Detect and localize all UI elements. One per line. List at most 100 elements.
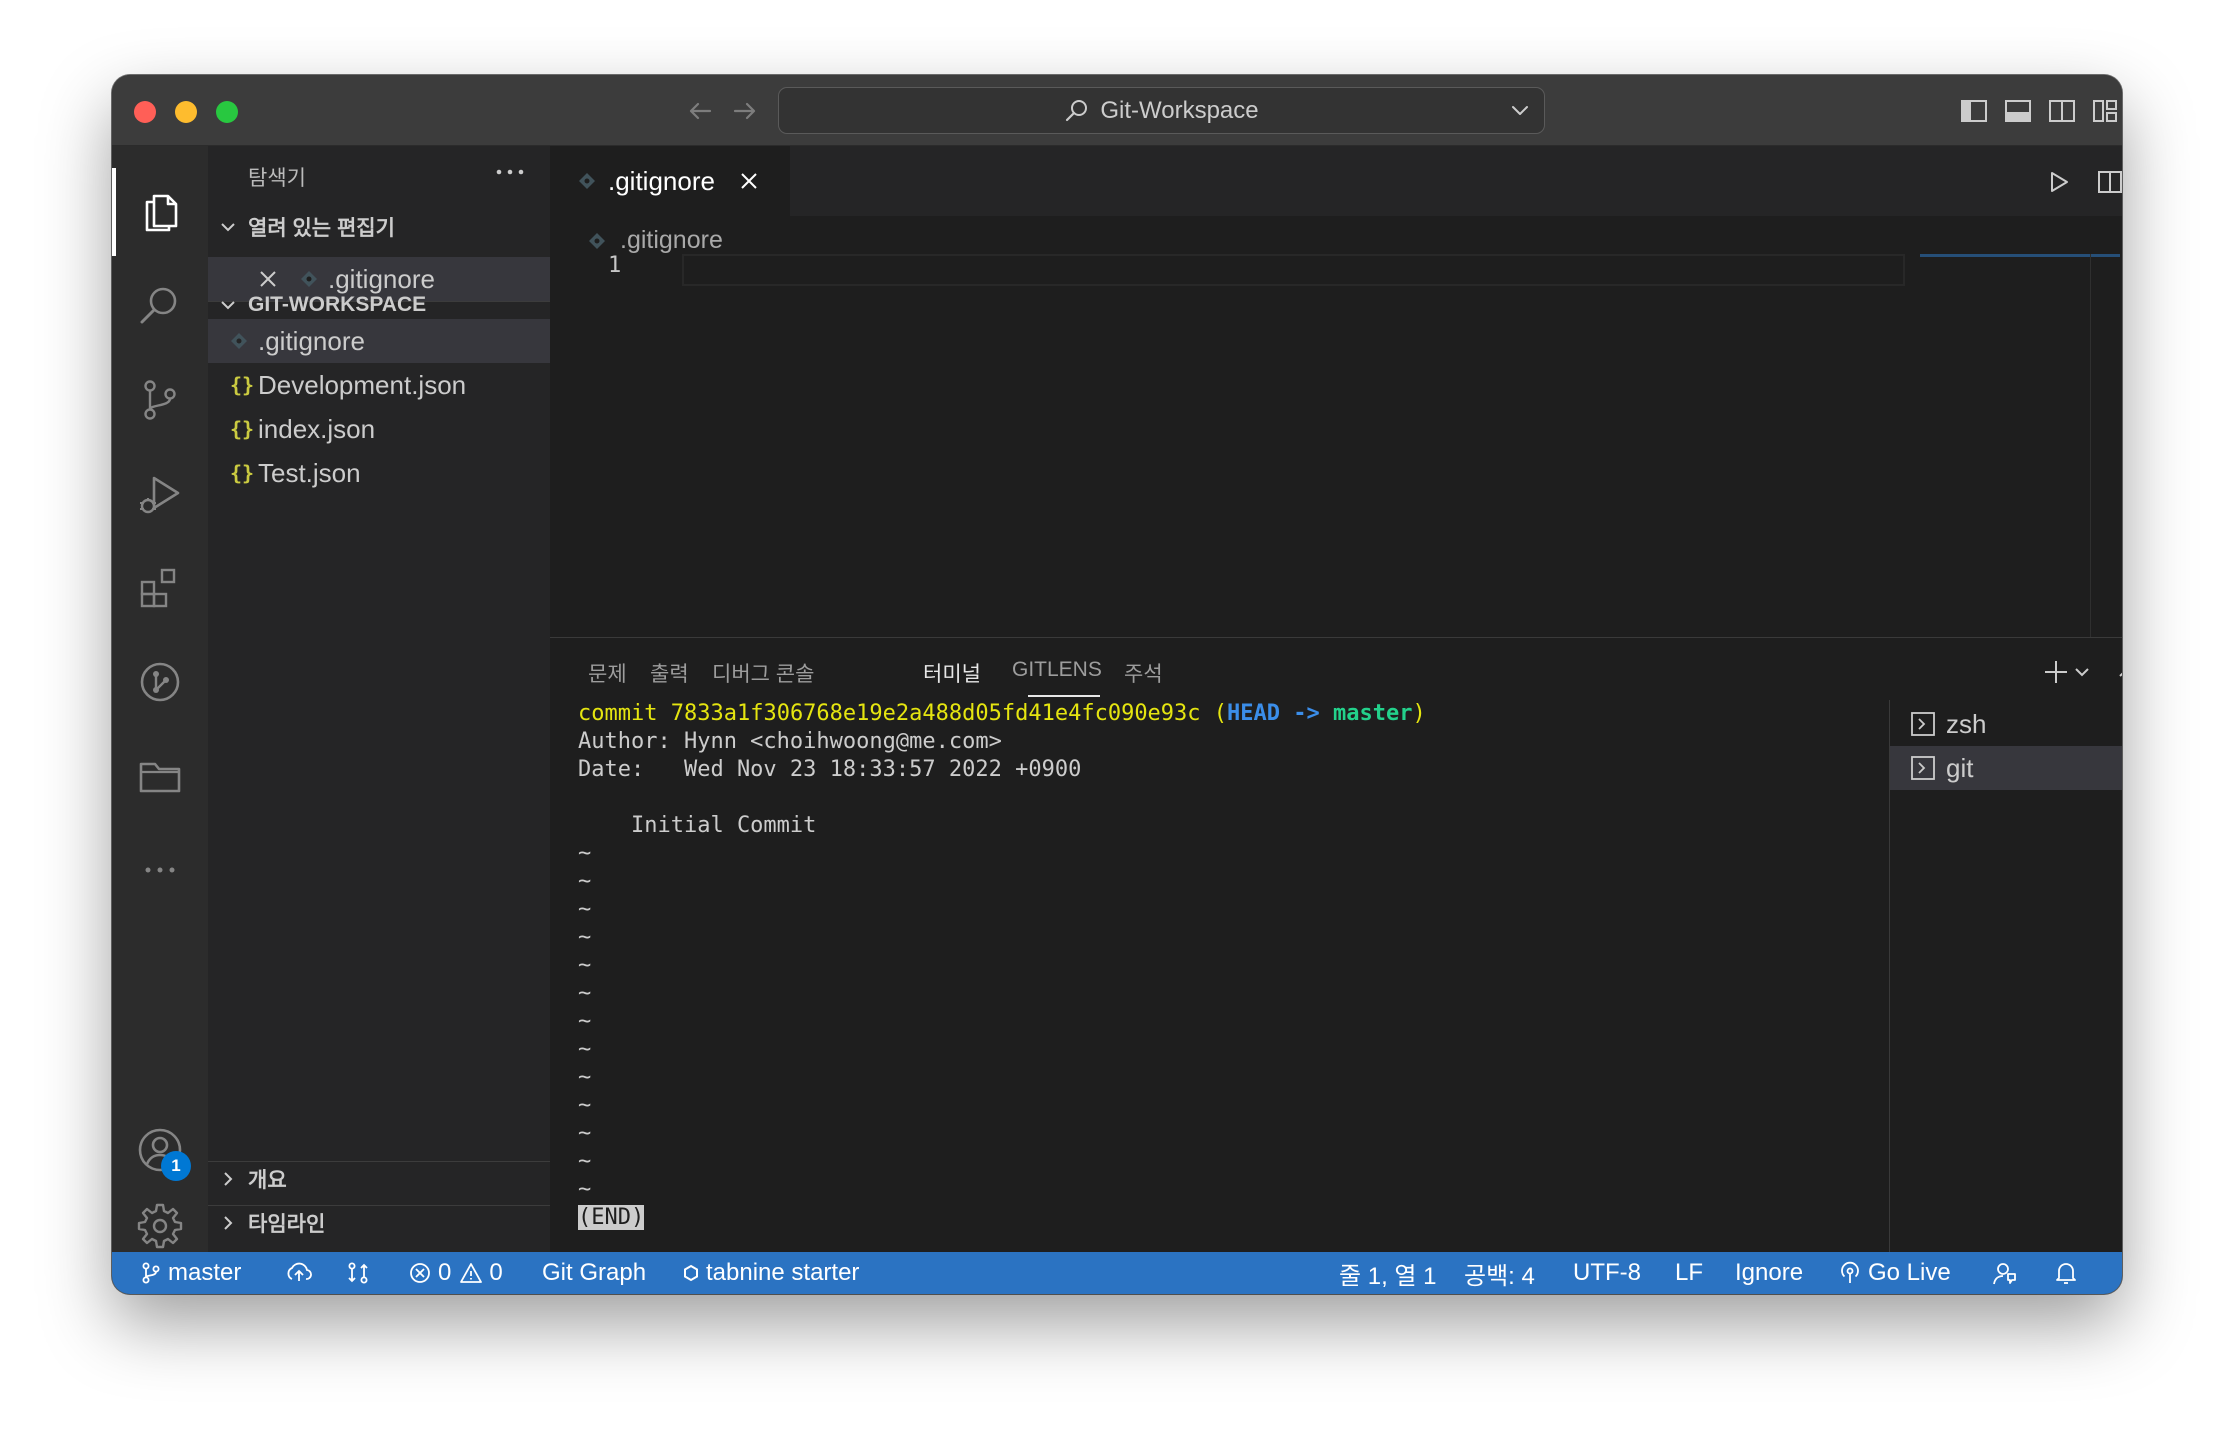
chevron-down-icon[interactable] — [1508, 98, 1532, 122]
open-editors-header[interactable]: 열려 있는 편집기 — [208, 210, 550, 244]
terminal-output[interactable]: commit 7833a1f306768e19e2a488d05fd41e4fc… — [578, 700, 1918, 1232]
zoom-window-button[interactable] — [216, 101, 238, 123]
editor-scrollbar[interactable] — [2090, 254, 2091, 637]
line-number: 1 — [608, 253, 622, 278]
branch-name: master — [168, 1259, 242, 1286]
tab-problems[interactable]: 문제 — [588, 658, 627, 688]
file-name: index.json — [258, 413, 376, 444]
warning-count: 0 — [489, 1259, 503, 1286]
breadcrumb[interactable]: .gitignore — [588, 226, 723, 255]
chevron-down-icon — [208, 295, 248, 315]
terminal-commit-line: commit 7833a1f306768e19e2a488d05fd41e4fc… — [578, 701, 1426, 726]
indentation-status[interactable]: 공백: 4 — [1464, 1252, 1535, 1294]
workspace-folder-header[interactable]: GIT-WORKSPACE — [208, 288, 550, 322]
go-live-status[interactable]: Go Live — [1838, 1252, 1951, 1294]
encoding-status[interactable]: UTF-8 — [1573, 1252, 1641, 1294]
status-bar: master 0 0 Git Graph tabnine starter 줄 1… — [112, 1252, 2122, 1294]
terminal-tilde-line: ~ — [578, 1149, 592, 1174]
explorer-sidebar: 탐색기 열려 있는 편집기 .gitignore GIT-WORKSPACE .… — [208, 146, 550, 1252]
terminal-tilde-lines: ~ ~ ~ ~ ~ ~ ~ ~ ~ ~ ~ ~ ~ — [578, 840, 1918, 1204]
current-line-highlight[interactable] — [682, 254, 1905, 286]
more-views-icon[interactable] — [112, 826, 208, 914]
run-icon[interactable] — [2040, 164, 2076, 200]
source-control-icon — [142, 1262, 160, 1284]
terminal-item-zsh[interactable]: zsh — [1890, 702, 2122, 746]
file-item-test-json[interactable]: {} Test.json — [208, 451, 550, 495]
terminal-item-label: git — [1946, 752, 1974, 783]
breadcrumb-file: .gitignore — [620, 226, 723, 254]
toggle-primary-sidebar-icon[interactable] — [1958, 95, 1990, 127]
tab-label: .gitignore — [608, 165, 715, 196]
forward-arrow-icon[interactable] — [727, 93, 763, 129]
back-arrow-icon[interactable] — [682, 93, 718, 129]
eol-status[interactable]: LF — [1675, 1252, 1703, 1294]
terminal-tilde-line: ~ — [578, 925, 592, 950]
title-bar: Git-Workspace — [112, 75, 2122, 146]
toggle-panel-icon[interactable] — [2002, 95, 2034, 127]
timeline-header[interactable]: 타임라인 — [208, 1206, 550, 1240]
cursor-position-status[interactable]: 줄 1, 열 1 — [1339, 1252, 1437, 1294]
minimize-window-button[interactable] — [175, 101, 197, 123]
terminal-tilde-line: ~ — [578, 1177, 592, 1202]
tab-comments[interactable]: 주석 — [1124, 658, 1163, 688]
pager-end-marker: (END) — [578, 1205, 645, 1230]
sync-icon[interactable] — [285, 1252, 319, 1294]
project-manager-icon[interactable] — [112, 732, 208, 820]
tab-output[interactable]: 출력 — [650, 658, 689, 688]
accounts-icon[interactable]: 1 — [112, 1106, 208, 1194]
terminal-message-line: Initial Commit — [578, 813, 817, 838]
branch-status[interactable]: master — [140, 1252, 241, 1294]
terminal-tabs-list: zsh git — [1889, 700, 2122, 1253]
language-mode-status[interactable]: Ignore — [1735, 1252, 1803, 1294]
terminal-item-git[interactable]: git — [1890, 746, 2122, 790]
customize-layout-icon[interactable] — [2089, 95, 2121, 127]
explorer-icon[interactable] — [112, 168, 208, 256]
chevron-down-icon[interactable] — [2070, 654, 2094, 690]
close-window-button[interactable] — [134, 101, 156, 123]
tabnine-status[interactable]: tabnine starter — [682, 1252, 859, 1294]
close-icon[interactable] — [258, 269, 282, 289]
sidebar-title: 탐색기 — [248, 167, 306, 190]
more-actions-icon[interactable] — [490, 154, 530, 190]
maximize-panel-icon[interactable] — [2110, 654, 2122, 690]
search-icon — [1066, 99, 1088, 121]
warning-icon — [460, 1263, 483, 1283]
file-item-index-json[interactable]: {} index.json — [208, 407, 550, 451]
file-item-development-json[interactable]: {} Development.json — [208, 363, 550, 407]
tab-terminal[interactable]: 터미널 — [923, 658, 981, 688]
run-and-debug-icon[interactable] — [112, 450, 208, 538]
gitignore-icon — [230, 332, 248, 350]
activity-bar: 1 — [112, 146, 208, 1252]
git-graph-status[interactable]: Git Graph — [542, 1252, 646, 1294]
search-icon[interactable] — [112, 262, 208, 350]
tab-gitlens[interactable]: GITLENS — [1012, 658, 1102, 682]
chevron-right-icon — [208, 1169, 248, 1189]
close-icon[interactable] — [735, 167, 763, 195]
json-icon: {} — [230, 417, 255, 441]
manage-gear-icon[interactable] — [112, 1200, 208, 1252]
terminal-tilde-line: ~ — [578, 981, 592, 1006]
json-icon: {} — [230, 461, 255, 485]
feedback-icon[interactable] — [1991, 1252, 2023, 1294]
git-graph-icon[interactable] — [112, 638, 208, 726]
outline-header[interactable]: 개요 — [208, 1162, 550, 1196]
file-item-gitignore[interactable]: .gitignore — [208, 319, 550, 363]
tab-debug-console[interactable]: 디버그 콘솔 — [712, 658, 814, 688]
notifications-bell-icon[interactable] — [2054, 1252, 2084, 1294]
command-center-search[interactable]: Git-Workspace — [778, 87, 1545, 134]
new-terminal-icon[interactable] — [2038, 654, 2074, 690]
editor-tab-gitignore[interactable]: .gitignore — [550, 146, 790, 216]
extensions-icon[interactable] — [112, 544, 208, 632]
file-name: Test.json — [258, 457, 361, 488]
split-editor-icon[interactable] — [2092, 164, 2122, 200]
bottom-panel: 문제 출력 디버그 콘솔 터미널 GITLENS 주석 commit 7833a… — [550, 637, 2122, 1253]
active-tab-indicator — [1028, 695, 1100, 697]
git-compare-icon[interactable] — [345, 1252, 377, 1294]
gitignore-icon — [588, 232, 606, 250]
gitignore-icon — [300, 270, 318, 288]
source-control-icon[interactable] — [112, 356, 208, 444]
error-icon — [410, 1263, 430, 1283]
problems-status[interactable]: 0 0 — [408, 1252, 503, 1294]
toggle-secondary-sidebar-icon[interactable] — [2046, 95, 2078, 127]
